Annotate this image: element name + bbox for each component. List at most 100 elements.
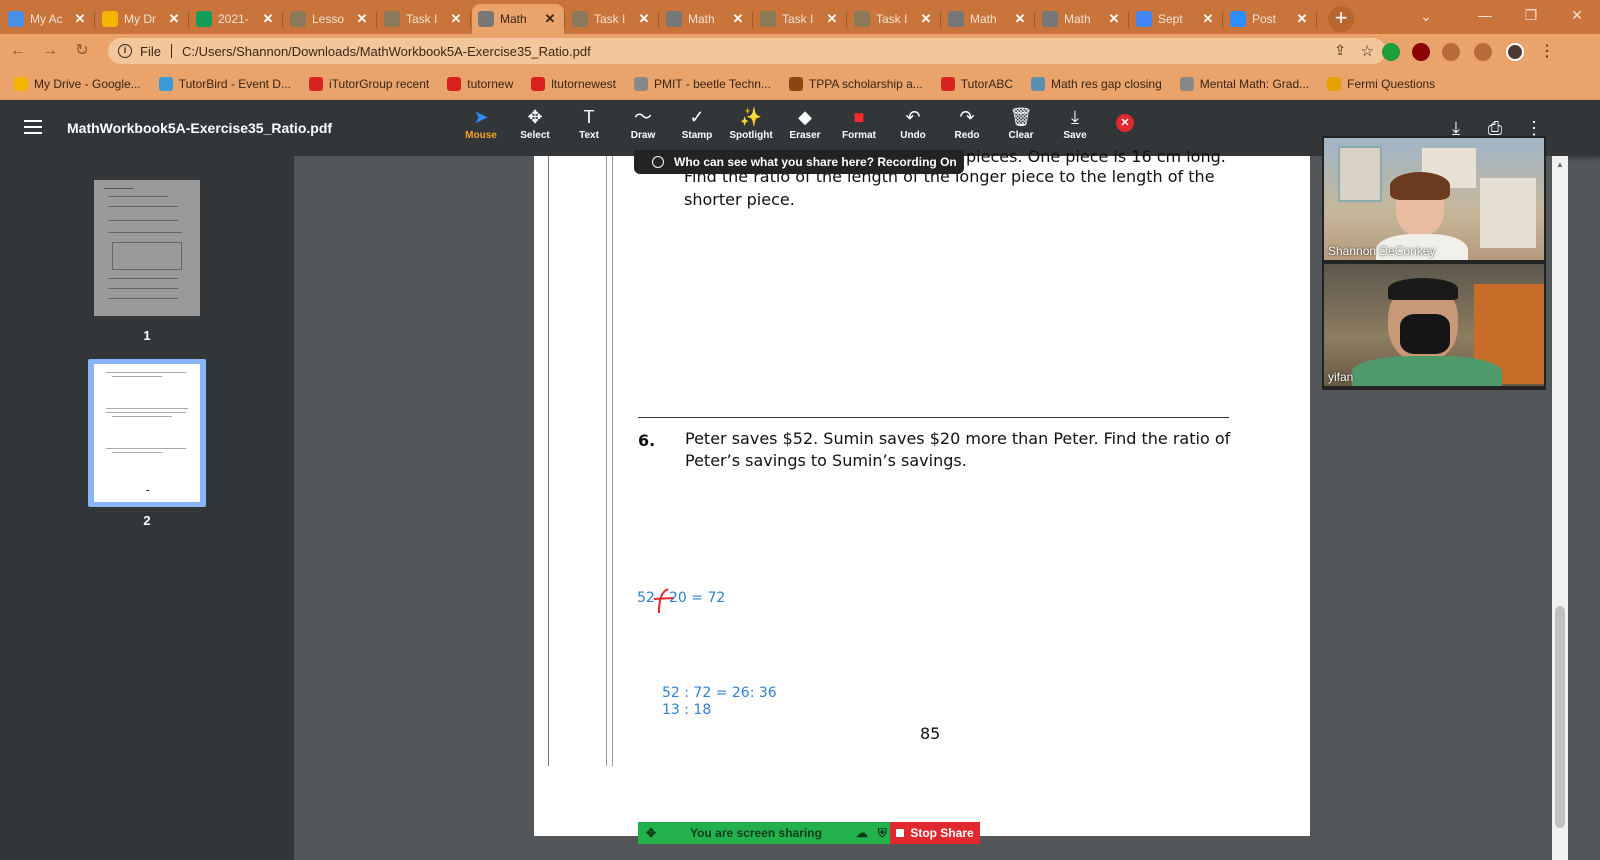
scroll-thumb[interactable] bbox=[1555, 606, 1565, 828]
margin-line bbox=[606, 156, 607, 766]
browser-tab[interactable]: Task I ✕ bbox=[754, 4, 847, 34]
browser-tab[interactable]: Math ✕ bbox=[1036, 4, 1129, 34]
close-tab-icon[interactable]: ✕ bbox=[1106, 11, 1122, 27]
vertical-scrollbar[interactable]: ▲ bbox=[1552, 156, 1568, 860]
tab-search-button[interactable]: ⌄ bbox=[1412, 4, 1440, 28]
question-6-number: 6. bbox=[638, 431, 656, 450]
bookmark-item[interactable]: Mental Math: Grad... bbox=[1179, 77, 1310, 91]
bookmark-label: tutornew bbox=[467, 77, 514, 91]
annotate-tool-save[interactable]: ⤓ Save bbox=[1048, 104, 1102, 152]
browser-tab[interactable]: Sept ✕ bbox=[1130, 4, 1223, 34]
close-tab-icon[interactable]: ✕ bbox=[1012, 11, 1028, 27]
close-tab-icon[interactable]: ✕ bbox=[72, 11, 88, 27]
sharing-status[interactable]: ✥ You are screen sharing ☁ ⛨ bbox=[638, 822, 890, 844]
bookmark-item[interactable]: iTutorGroup recent bbox=[308, 77, 429, 91]
bookmark-item[interactable]: Math res gap closing bbox=[1031, 77, 1162, 91]
share-visibility-notice[interactable]: Who can see what you share here? Recordi… bbox=[634, 150, 964, 174]
close-tab-icon[interactable]: ✕ bbox=[1294, 11, 1310, 27]
page-thumbnail-1[interactable] bbox=[94, 180, 200, 316]
extensions-puzzle-icon[interactable] bbox=[1474, 43, 1492, 61]
annotate-tool-text[interactable]: T Text bbox=[562, 104, 616, 152]
thumbnail-sidebar: 1 2 bbox=[0, 156, 294, 860]
annotate-tool-draw[interactable]: 〜 Draw bbox=[616, 104, 670, 152]
menu-icon[interactable] bbox=[24, 120, 42, 134]
browser-tab[interactable]: Lesso ✕ bbox=[284, 4, 377, 34]
doc-icon bbox=[854, 11, 870, 27]
margin-line bbox=[612, 156, 613, 766]
close-tab-icon[interactable]: ✕ bbox=[918, 11, 934, 27]
browser-tab[interactable]: Task I ✕ bbox=[848, 4, 941, 34]
handwritten-ratio: 52 : 72 = 26: 36 bbox=[662, 685, 777, 701]
annotate-tool-undo[interactable]: ↶ Undo bbox=[886, 104, 940, 152]
browser-tab[interactable]: My Ac ✕ bbox=[2, 4, 95, 34]
scroll-up-arrow-icon[interactable]: ▲ bbox=[1556, 160, 1564, 169]
annotate-tool-eraser[interactable]: ◆ Eraser bbox=[778, 104, 832, 152]
close-tab-icon[interactable]: ✕ bbox=[260, 11, 276, 27]
bookmark-item[interactable]: PMIT - beetle Techn... bbox=[633, 77, 771, 91]
video-tile-shannon[interactable]: Shannon DeConkey bbox=[1324, 138, 1544, 260]
globe-icon bbox=[478, 11, 494, 27]
bookmark-item[interactable]: ltutornewest bbox=[531, 77, 616, 91]
profile-avatar[interactable] bbox=[1506, 43, 1524, 61]
browser-tab[interactable]: My Dr ✕ bbox=[96, 4, 189, 34]
forward-button[interactable]: → bbox=[36, 37, 64, 65]
close-tab-icon[interactable]: ✕ bbox=[542, 11, 558, 27]
stop-share-button[interactable]: Stop Share bbox=[890, 822, 980, 844]
browser-tab[interactable]: Math ✕ bbox=[942, 4, 1035, 34]
browser-tab[interactable]: Math ✕ bbox=[472, 4, 565, 34]
browser-tab[interactable]: Task I ✕ bbox=[378, 4, 471, 34]
new-tab-button[interactable]: + bbox=[1328, 6, 1354, 32]
bookmark-item[interactable]: TutorABC bbox=[940, 77, 1013, 91]
video-tile-yifan[interactable]: yifan bbox=[1324, 264, 1544, 386]
tab-label: Task I bbox=[594, 12, 626, 26]
video-panel: Shannon DeConkey yifan bbox=[1322, 136, 1546, 390]
globe-icon bbox=[666, 11, 682, 27]
bookmark-item[interactable]: tutornew bbox=[447, 77, 513, 91]
bookmark-star-icon[interactable]: ☆ bbox=[1361, 42, 1374, 60]
close-tab-icon[interactable]: ✕ bbox=[354, 11, 370, 27]
reload-button[interactable]: ↻ bbox=[68, 37, 96, 65]
annotate-tool-spotlight[interactable]: ✨ Spotlight bbox=[724, 104, 778, 152]
annotate-tool-mouse[interactable]: ➤ Mouse bbox=[454, 104, 508, 152]
bookmark-favicon-icon bbox=[447, 77, 462, 91]
page-thumbnail-2[interactable] bbox=[94, 364, 200, 502]
annotate-tool-redo[interactable]: ↷ Redo bbox=[940, 104, 994, 152]
restore-button[interactable]: ❐ bbox=[1508, 0, 1554, 30]
close-tab-icon[interactable]: ✕ bbox=[1200, 11, 1216, 27]
close-tab-icon[interactable]: ✕ bbox=[636, 11, 652, 27]
close-tab-icon[interactable]: ✕ bbox=[824, 11, 840, 27]
browser-tab[interactable]: Task I ✕ bbox=[566, 4, 659, 34]
browser-menu-icon[interactable]: ⋮ bbox=[1538, 43, 1556, 61]
minimize-button[interactable]: — bbox=[1462, 0, 1508, 30]
back-button[interactable]: ← bbox=[4, 37, 32, 65]
share-icon[interactable]: ⇪ bbox=[1334, 42, 1346, 59]
bookmark-label: Mental Math: Grad... bbox=[1199, 77, 1310, 91]
browser-tab[interactable]: 2021- ✕ bbox=[190, 4, 283, 34]
browser-tab[interactable]: Post ✕ bbox=[1224, 4, 1317, 34]
drag-handle-icon[interactable]: ✥ bbox=[646, 826, 656, 840]
bookmark-item[interactable]: TutorBird - Event D... bbox=[158, 77, 291, 91]
drive-icon bbox=[102, 11, 118, 27]
close-tab-icon[interactable]: ✕ bbox=[448, 11, 464, 27]
close-tab-icon[interactable]: ✕ bbox=[730, 11, 746, 27]
close-tab-icon[interactable]: ✕ bbox=[166, 11, 182, 27]
extension-icon[interactable] bbox=[1442, 43, 1460, 61]
extension-icon[interactable] bbox=[1382, 43, 1400, 61]
docs-icon bbox=[1136, 11, 1152, 27]
annotate-tool-select[interactable]: ✥ Select bbox=[508, 104, 562, 152]
site-info-icon[interactable]: i bbox=[118, 44, 132, 58]
annotate-tool-stamp[interactable]: ✓ Stamp bbox=[670, 104, 724, 152]
bookmark-item[interactable]: TPPA scholarship a... bbox=[788, 77, 923, 91]
bookmark-item[interactable]: My Drive - Google... bbox=[14, 77, 141, 91]
close-window-button[interactable]: ✕ bbox=[1554, 0, 1600, 30]
browser-tab[interactable]: Math ✕ bbox=[660, 4, 753, 34]
bookmark-item[interactable]: Fermi Questions bbox=[1327, 77, 1435, 91]
question-divider bbox=[638, 417, 1229, 418]
tab-label: Math bbox=[970, 12, 997, 26]
annotate-tool-clear[interactable]: 🗑 Clear bbox=[994, 104, 1048, 152]
close-annotation-icon[interactable]: ✕ bbox=[1116, 114, 1134, 132]
page-number: 85 bbox=[920, 724, 941, 743]
address-bar[interactable]: i File C:/Users/Shannon/Downloads/MathWo… bbox=[108, 38, 1386, 64]
annotate-tool-format[interactable]: ■ Format bbox=[832, 104, 886, 152]
ublock-icon[interactable] bbox=[1412, 43, 1430, 61]
